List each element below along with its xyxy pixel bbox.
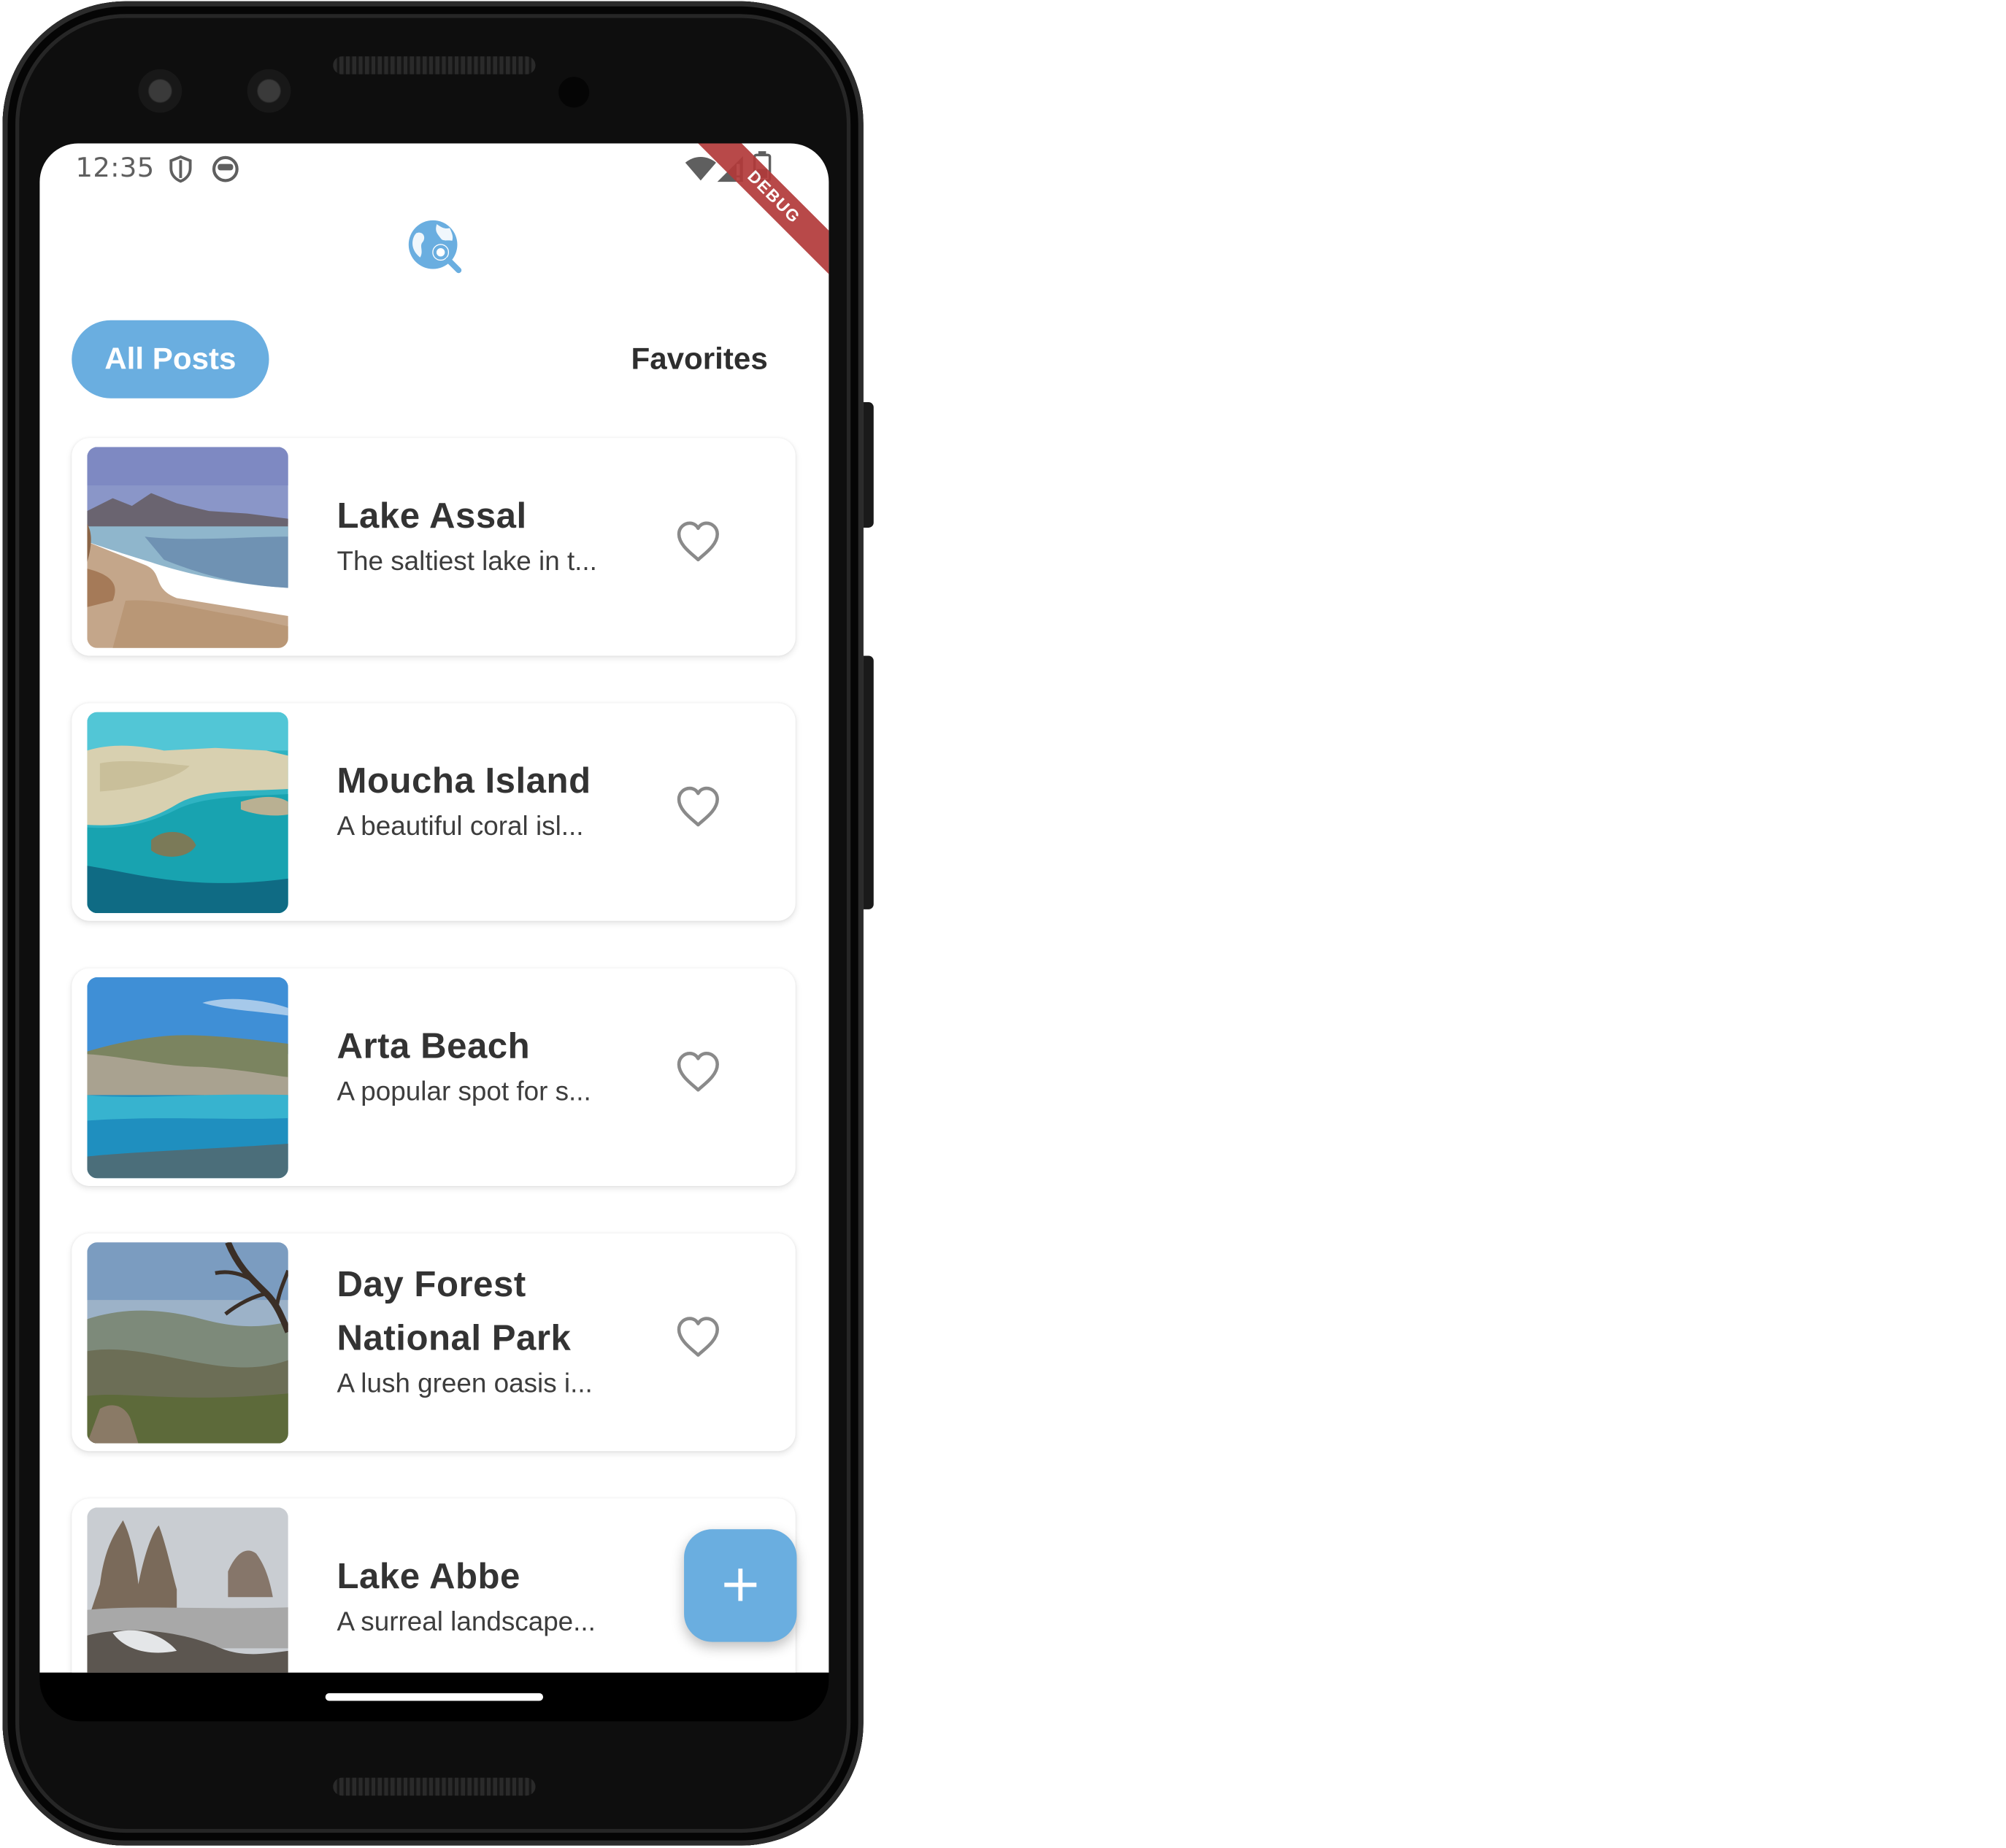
post-thumbnail [87, 1507, 288, 1673]
post-title: Arta Beach [337, 1025, 531, 1066]
post-text: Lake Assal The saltiest lake in t... [337, 489, 632, 581]
add-post-button[interactable]: + [684, 1529, 797, 1642]
power-button [863, 402, 874, 528]
post-card-arta-beach[interactable]: Arta Beach A popular spot for s... [72, 968, 796, 1186]
status-bar: 12:35 DEBUG [39, 143, 829, 285]
post-title: Lake Assal [337, 496, 527, 536]
post-text: Lake Abbe A surreal landscape... [337, 1549, 632, 1641]
post-text: Arta Beach A popular spot for s... [337, 1020, 632, 1112]
post-thumbnail [87, 977, 288, 1179]
favorite-heart-icon[interactable] [675, 520, 721, 563]
wifi-icon [685, 156, 716, 181]
post-description: A beautiful coral isl... [337, 812, 584, 842]
post-description: A popular spot for s... [337, 1077, 591, 1107]
post-description: A surreal landscape... [337, 1607, 596, 1637]
favorite-heart-icon[interactable] [675, 1315, 721, 1359]
plus-icon: + [718, 1555, 762, 1614]
post-thumbnail [87, 447, 288, 648]
favorite-heart-icon[interactable] [675, 785, 721, 829]
post-card-moucha-island[interactable]: Moucha Island A beautiful coral isl... [72, 703, 796, 921]
favorite-heart-icon[interactable] [675, 1050, 721, 1094]
shield-icon [169, 155, 192, 183]
post-thumbnail [87, 1242, 288, 1444]
app-screen: 12:35 DEBUG All Posts Favorites Lake Ass… [39, 143, 829, 1673]
status-time: 12:35 [75, 152, 155, 183]
post-thumbnail [87, 712, 288, 914]
post-card-lake-assal[interactable]: Lake Assal The saltiest lake in t... [72, 438, 796, 656]
post-card-day-forest[interactable]: Day Forest National Park A lush green oa… [72, 1233, 796, 1452]
post-title: Lake Abbe [337, 1556, 520, 1596]
post-text: Day Forest National Park A lush green oa… [337, 1258, 632, 1404]
post-title: Day Forest National Park [337, 1263, 572, 1358]
home-gesture-handle[interactable] [325, 1693, 544, 1701]
post-description: A lush green oasis i... [337, 1368, 593, 1399]
post-description: The saltiest lake in t... [337, 547, 597, 577]
navigation-bar [39, 1672, 829, 1722]
post-title: Moucha Island [337, 761, 591, 801]
globe-search-icon [408, 220, 462, 274]
tab-all-posts[interactable]: All Posts [72, 320, 269, 399]
android-face-icon [212, 155, 239, 182]
volume-rocker [863, 655, 874, 909]
earpiece-speaker [333, 56, 536, 74]
tab-favorites[interactable]: Favorites [604, 320, 796, 399]
bottom-speaker [333, 1777, 536, 1796]
proximity-sensor [558, 77, 590, 108]
front-camera [247, 69, 291, 113]
front-sensor [138, 69, 182, 113]
post-text: Moucha Island A beautiful coral isl... [337, 755, 632, 847]
